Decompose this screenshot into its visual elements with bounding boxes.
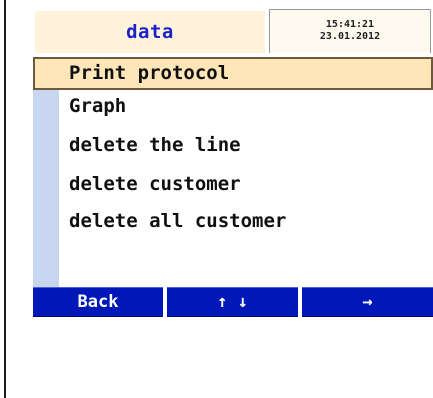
menu-item-graph[interactable]: Graph <box>33 90 433 123</box>
menu-item-delete-line[interactable]: delete the line <box>33 129 433 162</box>
next-arrow-button[interactable]: → <box>302 287 433 317</box>
softkey-bar: Back ↑ ↓ → <box>33 287 433 317</box>
device-screen: data 15:41:21 23.01.2012 Print protocol … <box>33 9 433 317</box>
page-title: data <box>35 11 265 53</box>
up-down-button[interactable]: ↑ ↓ <box>167 287 298 317</box>
header: data 15:41:21 23.01.2012 <box>33 9 433 55</box>
device-frame-edge <box>4 0 6 398</box>
menu-item-delete-all-customer[interactable]: delete all customer <box>33 205 433 238</box>
menu-list: Print protocol Graph delete the line del… <box>33 57 433 287</box>
time-display: 15:41:21 <box>325 19 375 30</box>
menu-item-delete-customer[interactable]: delete customer <box>33 168 433 201</box>
back-button[interactable]: Back <box>33 287 163 317</box>
datetime-display: 15:41:21 23.01.2012 <box>269 9 431 53</box>
date-display: 23.01.2012 <box>319 31 381 42</box>
menu-item-print-protocol[interactable]: Print protocol <box>33 57 433 90</box>
